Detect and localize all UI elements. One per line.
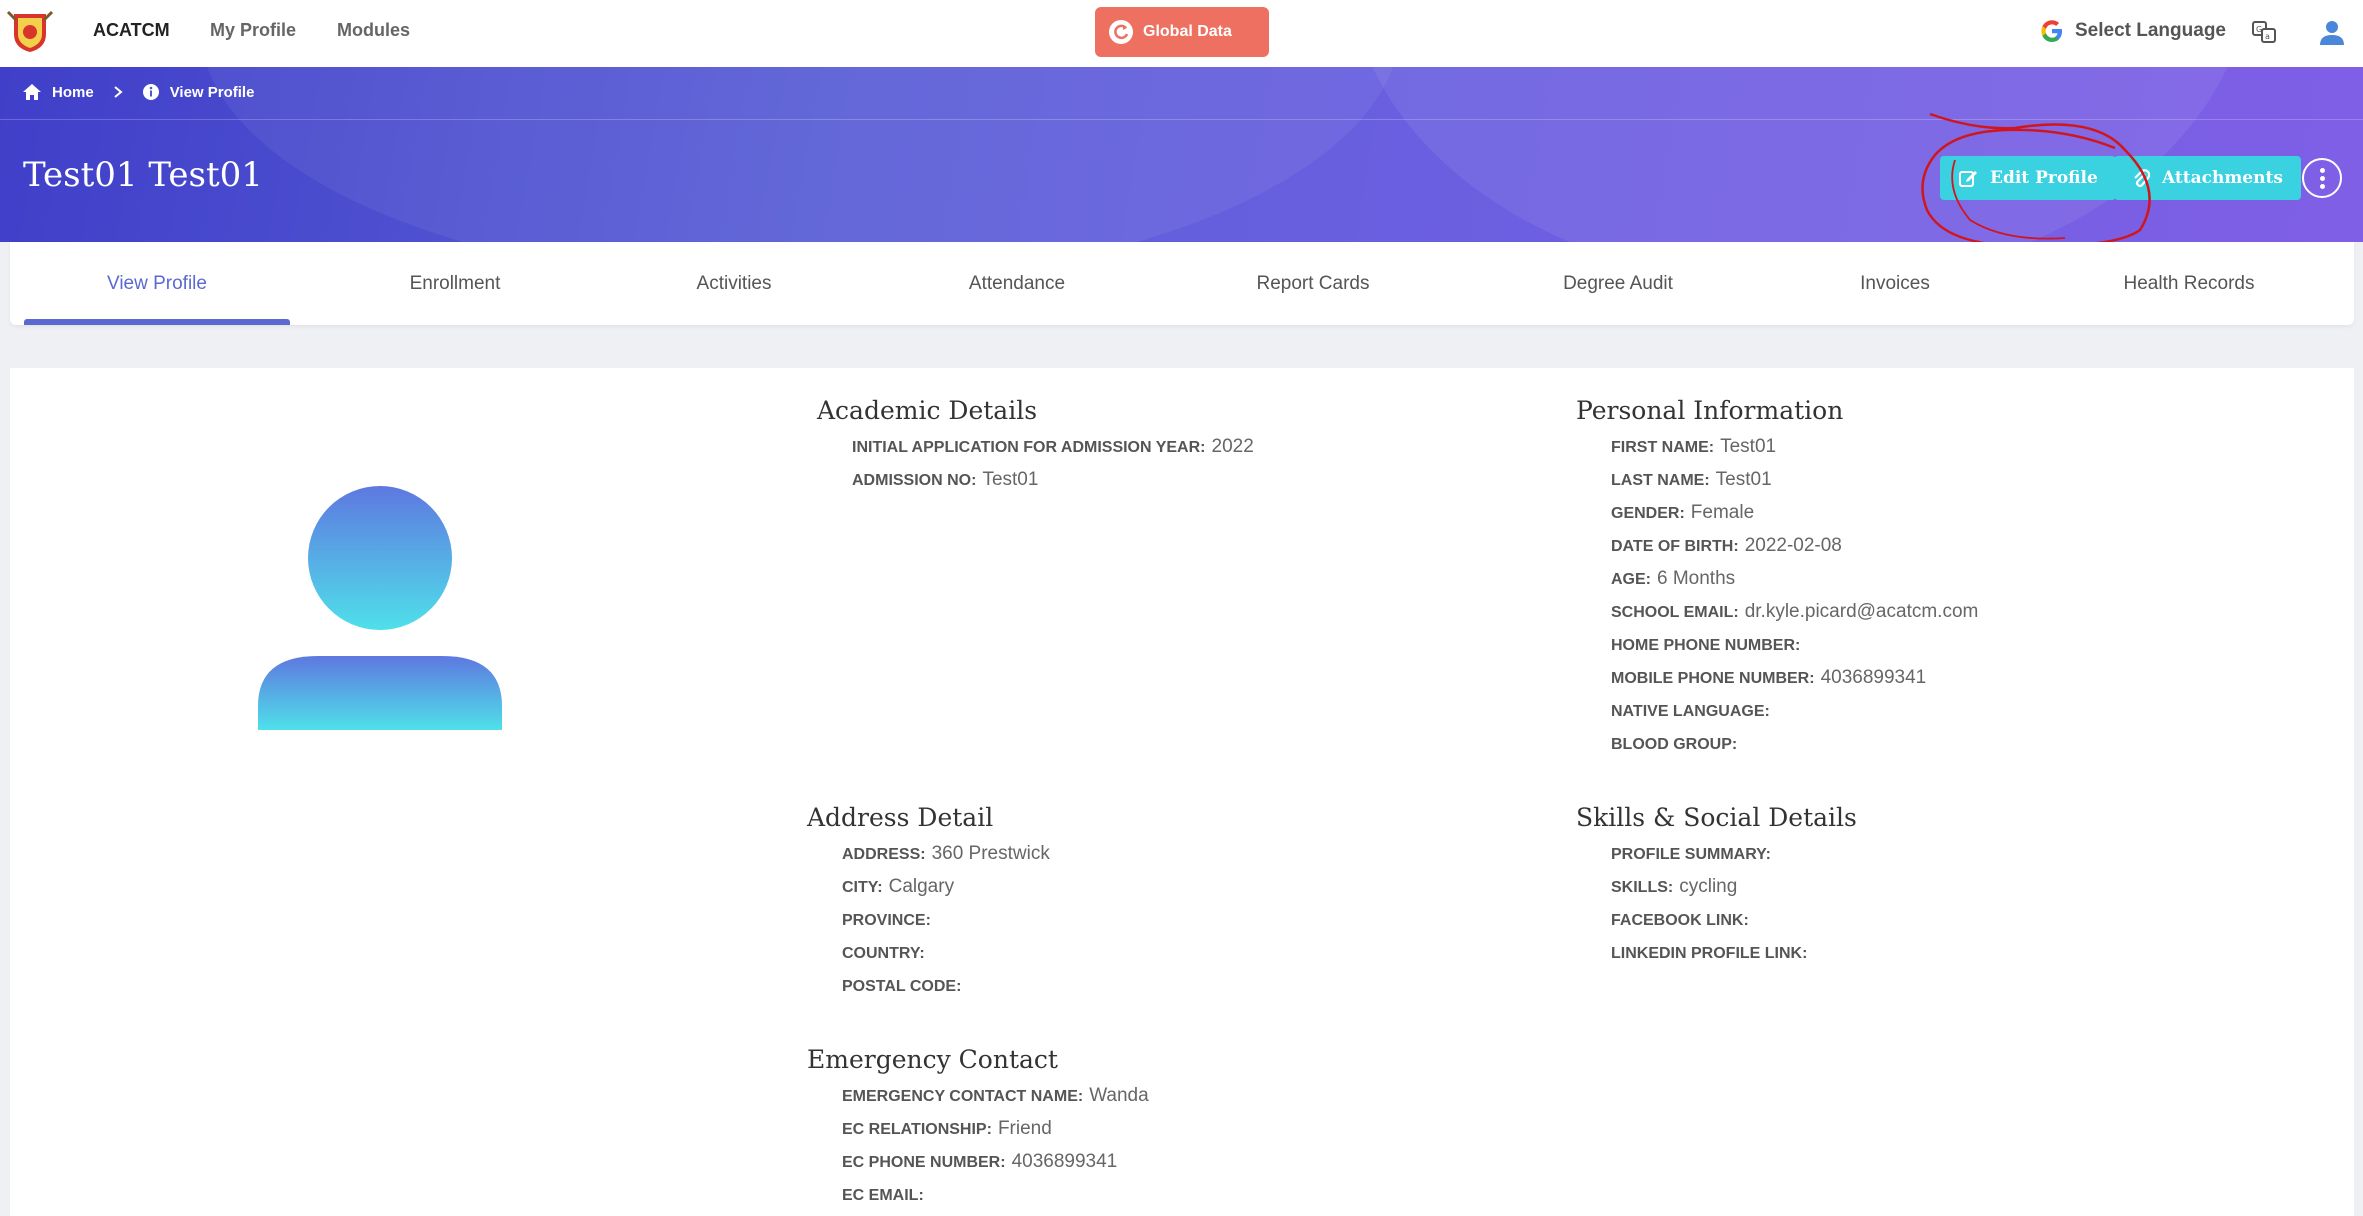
breadcrumb-current: View Profile	[169, 83, 255, 101]
field-date-of-birth: DATE OF BIRTH: 2022-02-08	[1611, 535, 1842, 556]
global-data-label: Global Data	[1143, 23, 1232, 40]
language-selector[interactable]: Select Language	[2039, 18, 2226, 44]
section-emergency-title: Emergency Contact	[807, 1045, 1058, 1074]
field-address: ADDRESS: 360 Prestwick	[842, 843, 1050, 864]
tab-enrollment[interactable]: Enrollment	[322, 242, 588, 325]
field-admission-year: INITIAL APPLICATION FOR ADMISSION YEAR: 2…	[852, 436, 1254, 457]
edit-profile-label: Edit Profile	[1990, 168, 2098, 188]
field-mobile-phone: MOBILE PHONE NUMBER: 4036899341	[1611, 667, 1927, 688]
field-age: AGE: 6 Months	[1611, 568, 1736, 589]
section-academic-title: Academic Details	[817, 396, 1038, 425]
profile-tabs: View Profile Enrollment Activities Atten…	[10, 242, 2354, 325]
profile-banner: Home View Profile Test01 Test01 Edit Pro…	[0, 67, 2363, 242]
field-ec-name: EMERGENCY CONTACT NAME: Wanda	[842, 1085, 1149, 1106]
edit-profile-button[interactable]: Edit Profile	[1940, 156, 2116, 200]
nav-my-profile[interactable]: My Profile	[210, 20, 296, 41]
section-personal-title: Personal Information	[1576, 396, 1844, 425]
field-ec-phone: EC PHONE NUMBER: 4036899341	[842, 1151, 1118, 1172]
translate-icon[interactable]: G a	[2252, 20, 2276, 44]
tab-invoices[interactable]: Invoices	[1762, 242, 2028, 325]
field-gender: GENDER: Female	[1611, 502, 1755, 523]
nav-modules[interactable]: Modules	[337, 20, 410, 41]
app-logo[interactable]	[6, 8, 54, 54]
user-icon[interactable]	[2318, 18, 2346, 46]
attachments-button[interactable]: Attachments	[2114, 156, 2301, 200]
field-home-phone: HOME PHONE NUMBER:	[1611, 637, 1801, 654]
chevron-right-icon	[114, 86, 123, 98]
nav-brand[interactable]: ACATCM	[93, 20, 170, 41]
top-navbar: ACATCM My Profile Modules Global Data Se…	[0, 0, 2363, 67]
field-province: PROVINCE:	[842, 912, 931, 929]
field-facebook-link: FACEBOOK LINK:	[1611, 912, 1749, 929]
avatar	[258, 486, 502, 730]
field-profile-summary: PROFILE SUMMARY:	[1611, 846, 1771, 863]
attachments-label: Attachments	[2162, 168, 2283, 188]
field-postal-code: POSTAL CODE:	[842, 978, 962, 995]
more-vertical-icon[interactable]	[2302, 158, 2342, 198]
field-last-name: LAST NAME: Test01	[1611, 469, 1772, 490]
global-data-button[interactable]: Global Data	[1095, 7, 1269, 57]
field-blood-group: BLOOD GROUP:	[1611, 736, 1738, 753]
refresh-icon	[1109, 20, 1133, 44]
tab-health-records[interactable]: Health Records	[2056, 242, 2322, 325]
tab-view-profile[interactable]: View Profile	[24, 242, 290, 325]
breadcrumb: Home View Profile	[22, 83, 254, 101]
edit-icon	[1959, 171, 1977, 187]
tab-degree-audit[interactable]: Degree Audit	[1485, 242, 1751, 325]
field-admission-no: ADMISSION NO: Test01	[852, 469, 1039, 490]
field-linkedin-link: LINKEDIN PROFILE LINK:	[1611, 945, 1808, 962]
field-first-name: FIRST NAME: Test01	[1611, 436, 1777, 457]
field-native-language: NATIVE LANGUAGE:	[1611, 703, 1770, 720]
svg-text:a: a	[2265, 32, 2270, 41]
breadcrumb-home[interactable]: Home	[52, 84, 94, 101]
field-school-email: SCHOOL EMAIL: dr.kyle.picard@acatcm.com	[1611, 601, 1979, 622]
tab-report-cards[interactable]: Report Cards	[1180, 242, 1446, 325]
info-icon	[142, 84, 159, 100]
tab-attendance[interactable]: Attendance	[884, 242, 1150, 325]
tab-activities[interactable]: Activities	[601, 242, 867, 325]
select-language-label: Select Language	[2075, 20, 2226, 41]
field-country: COUNTRY:	[842, 945, 925, 962]
google-icon	[2041, 20, 2062, 42]
field-ec-relationship: EC RELATIONSHIP: Friend	[842, 1118, 1052, 1139]
section-skills-title: Skills & Social Details	[1576, 803, 1857, 832]
home-icon	[23, 84, 41, 100]
field-city: CITY: Calgary	[842, 876, 955, 897]
section-address-title: Address Detail	[807, 803, 994, 832]
field-skills: SKILLS: cycling	[1611, 876, 1738, 897]
page-title: Test01 Test01	[23, 155, 263, 195]
paperclip-icon	[2134, 169, 2150, 188]
field-ec-email: EC EMAIL:	[842, 1187, 924, 1204]
svg-text:G: G	[2256, 25, 2262, 34]
